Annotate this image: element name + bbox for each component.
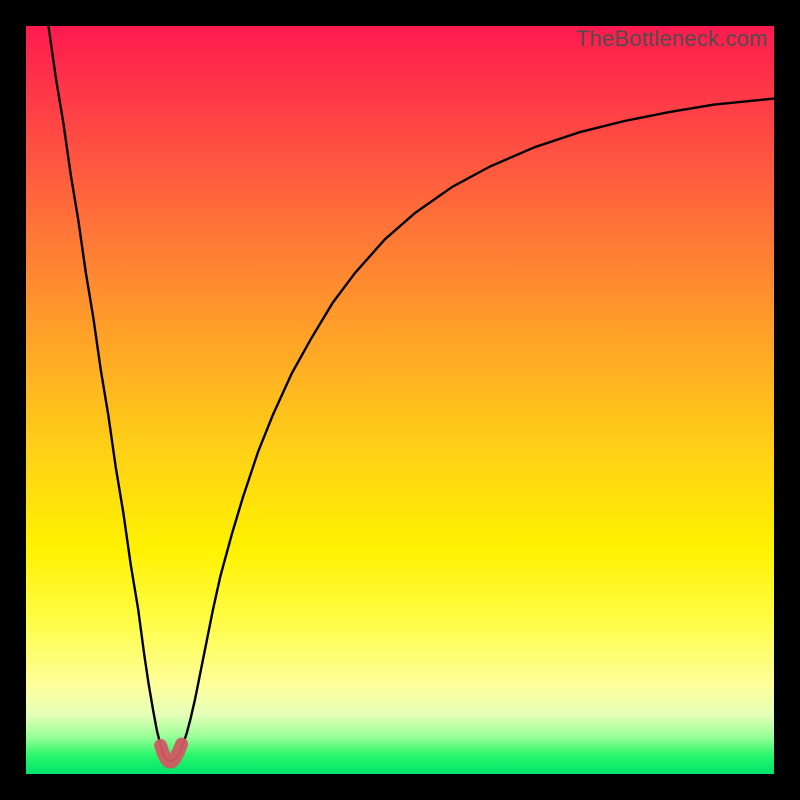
chart-frame: TheBottleneck.com [0, 0, 800, 800]
curve-layer [26, 26, 774, 774]
cusp-highlight [161, 744, 182, 762]
plot-area: TheBottleneck.com [26, 26, 774, 774]
watermark-text: TheBottleneck.com [576, 26, 768, 52]
bottleneck-curve [48, 26, 774, 761]
